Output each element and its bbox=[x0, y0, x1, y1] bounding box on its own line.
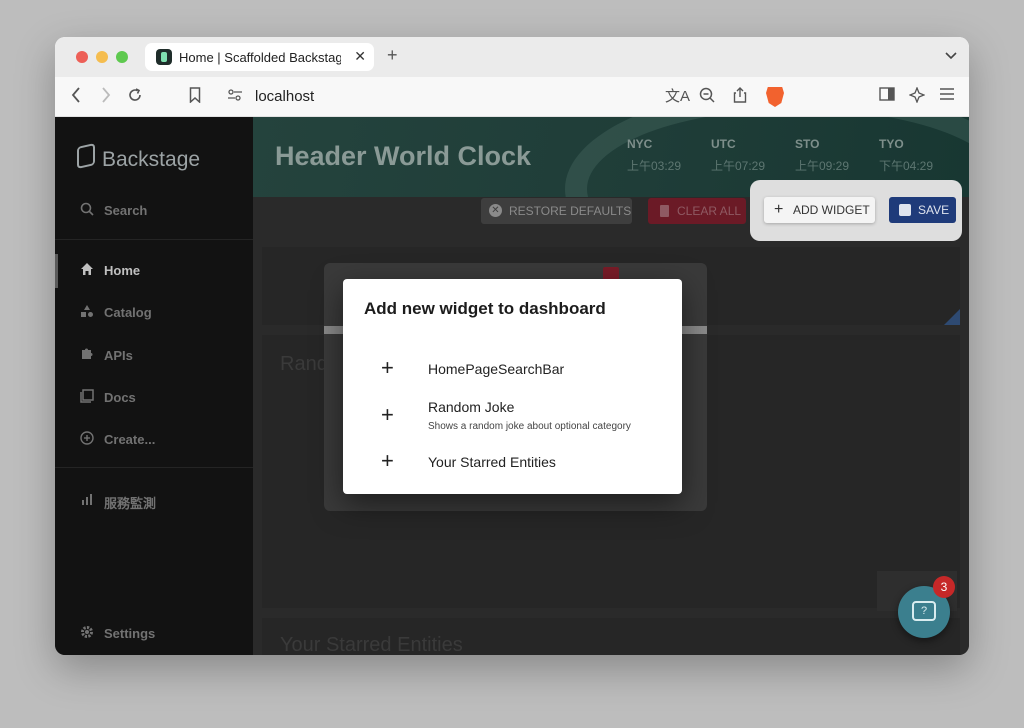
chat-question-icon: ? bbox=[912, 601, 936, 621]
sidebar-item-docs[interactable]: Docs bbox=[55, 381, 253, 415]
search-icon bbox=[79, 202, 95, 218]
plus-icon: + bbox=[381, 402, 394, 427]
tab-title: Home | Scaffolded Backstage bbox=[179, 50, 341, 65]
reload-icon[interactable] bbox=[127, 87, 143, 109]
bookmark-icon[interactable] bbox=[189, 87, 201, 109]
tab-bar: Home | Scaffolded Backstage ✕ + bbox=[55, 37, 969, 77]
catalog-icon bbox=[79, 304, 95, 320]
sidebar-item-label: APIs bbox=[104, 348, 133, 363]
cancel-circle-icon: ✕ bbox=[489, 204, 502, 217]
clock-nyc: NYC 上午03:29 bbox=[627, 137, 681, 174]
clear-all-button[interactable]: CLEAR ALL bbox=[648, 198, 746, 224]
resize-handle-icon[interactable] bbox=[944, 309, 960, 325]
tab-list-chevron-icon[interactable] bbox=[945, 49, 957, 63]
site-settings-icon[interactable] bbox=[227, 87, 243, 109]
clock-label: STO bbox=[795, 137, 820, 151]
plus-icon: + bbox=[381, 448, 394, 473]
menu-icon[interactable] bbox=[939, 87, 955, 107]
leo-ai-icon[interactable] bbox=[908, 86, 926, 109]
trash-icon bbox=[660, 205, 669, 217]
sidebar-search-label: Search bbox=[104, 203, 148, 218]
widget-option-name: HomePageSearchBar bbox=[428, 361, 565, 377]
browser-tab[interactable]: Home | Scaffolded Backstage ✕ bbox=[145, 43, 374, 71]
share-icon[interactable] bbox=[733, 87, 747, 109]
page-title: Header World Clock bbox=[275, 141, 532, 171]
sidebar-item-label: 服務監測 bbox=[104, 496, 157, 511]
logo-text[interactable]: Backstage bbox=[102, 148, 200, 172]
floppy-disk-icon bbox=[899, 204, 911, 216]
plus-icon: + bbox=[381, 355, 394, 380]
zoom-out-icon[interactable] bbox=[699, 87, 715, 109]
save-label: SAVE bbox=[918, 203, 950, 217]
maximize-window-button[interactable] bbox=[116, 51, 128, 63]
clock-time: 上午03:29 bbox=[627, 159, 682, 173]
new-tab-button[interactable]: + bbox=[387, 45, 398, 66]
add-widget-dialog: Add new widget to dashboard + HomePageSe… bbox=[343, 279, 682, 494]
sidebar: Backstage Search Home Catalog APIs Docs … bbox=[55, 117, 253, 655]
card-title: Your Starred Entities bbox=[280, 634, 463, 655]
clock-label: UTC bbox=[711, 137, 736, 151]
sidebar-item-settings[interactable]: Settings bbox=[55, 617, 253, 651]
clock-label: NYC bbox=[627, 137, 653, 151]
browser-toolbar: localhost 文A bbox=[55, 77, 969, 117]
sidebar-item-label: Settings bbox=[104, 626, 156, 641]
clock-utc: UTC 上午07:29 bbox=[711, 137, 765, 174]
notification-badge: 3 bbox=[933, 576, 955, 598]
widget-option-searchbar[interactable]: + HomePageSearchBar bbox=[343, 355, 682, 395]
tab-close-icon[interactable]: ✕ bbox=[354, 48, 366, 65]
restore-defaults-button[interactable]: ✕ RESTORE DEFAULTS bbox=[481, 198, 632, 224]
add-circle-icon bbox=[79, 431, 95, 447]
sidebar-item-monitor[interactable]: 服務監測 bbox=[55, 484, 253, 518]
sidebar-item-catalog[interactable]: Catalog bbox=[55, 296, 253, 330]
sidebar-item-label: Create... bbox=[104, 432, 156, 447]
gear-icon bbox=[79, 625, 95, 641]
clock-sto: STO 上午09:29 bbox=[795, 137, 849, 174]
save-button[interactable]: SAVE bbox=[889, 197, 956, 223]
sidebar-divider bbox=[55, 467, 253, 468]
sidebar-divider bbox=[55, 239, 253, 240]
brave-shields-icon[interactable] bbox=[766, 87, 784, 107]
sidebar-item-label: Docs bbox=[104, 390, 136, 405]
sidebar-item-label: Home bbox=[104, 263, 141, 278]
home-icon bbox=[79, 262, 95, 278]
clock-label: TYO bbox=[879, 137, 904, 151]
widget-option-description: Shows a random joke about optional categ… bbox=[428, 421, 631, 432]
close-window-button[interactable] bbox=[76, 51, 88, 63]
sidebar-item-apis[interactable]: APIs bbox=[55, 339, 253, 373]
dialog-title: Add new widget to dashboard bbox=[364, 299, 606, 318]
plus-icon: + bbox=[774, 201, 784, 218]
sidebar-search[interactable]: Search bbox=[55, 194, 253, 228]
backstage-logo-icon bbox=[77, 143, 95, 169]
forward-icon[interactable] bbox=[101, 87, 111, 109]
widget-option-name: Random Joke bbox=[428, 399, 515, 415]
clock-time: 上午09:29 bbox=[795, 159, 850, 173]
clear-all-label: CLEAR ALL bbox=[677, 204, 742, 218]
widget-option-starred[interactable]: + Your Starred Entities bbox=[343, 448, 682, 488]
back-icon[interactable] bbox=[71, 87, 81, 109]
add-widget-button[interactable]: + ADD WIDGET bbox=[764, 197, 875, 223]
sidebar-item-home[interactable]: Home bbox=[55, 254, 253, 288]
add-widget-label: ADD WIDGET bbox=[793, 203, 870, 217]
widget-option-name: Your Starred Entities bbox=[428, 454, 556, 470]
sidebar-toggle-icon[interactable] bbox=[879, 87, 895, 107]
sidebar-item-label: Catalog bbox=[104, 305, 152, 320]
widget-option-random-joke[interactable]: + Random Joke Shows a random joke about … bbox=[343, 396, 682, 440]
docs-icon bbox=[79, 389, 95, 405]
widget-card-starred: Your Starred Entities bbox=[262, 618, 960, 655]
clock-tyo: TYO 下午04:29 bbox=[879, 137, 933, 174]
minimize-window-button[interactable] bbox=[96, 51, 108, 63]
bar-chart-icon bbox=[79, 492, 95, 508]
address-bar[interactable]: localhost bbox=[255, 88, 314, 105]
puzzle-icon bbox=[79, 347, 95, 363]
sidebar-item-create[interactable]: Create... bbox=[55, 423, 253, 457]
restore-defaults-label: RESTORE DEFAULTS bbox=[509, 204, 632, 218]
backstage-favicon-icon bbox=[156, 49, 172, 65]
clock-time: 上午07:29 bbox=[711, 159, 766, 173]
translate-icon[interactable]: 文A bbox=[665, 87, 690, 107]
clock-time: 下午04:29 bbox=[879, 159, 934, 173]
